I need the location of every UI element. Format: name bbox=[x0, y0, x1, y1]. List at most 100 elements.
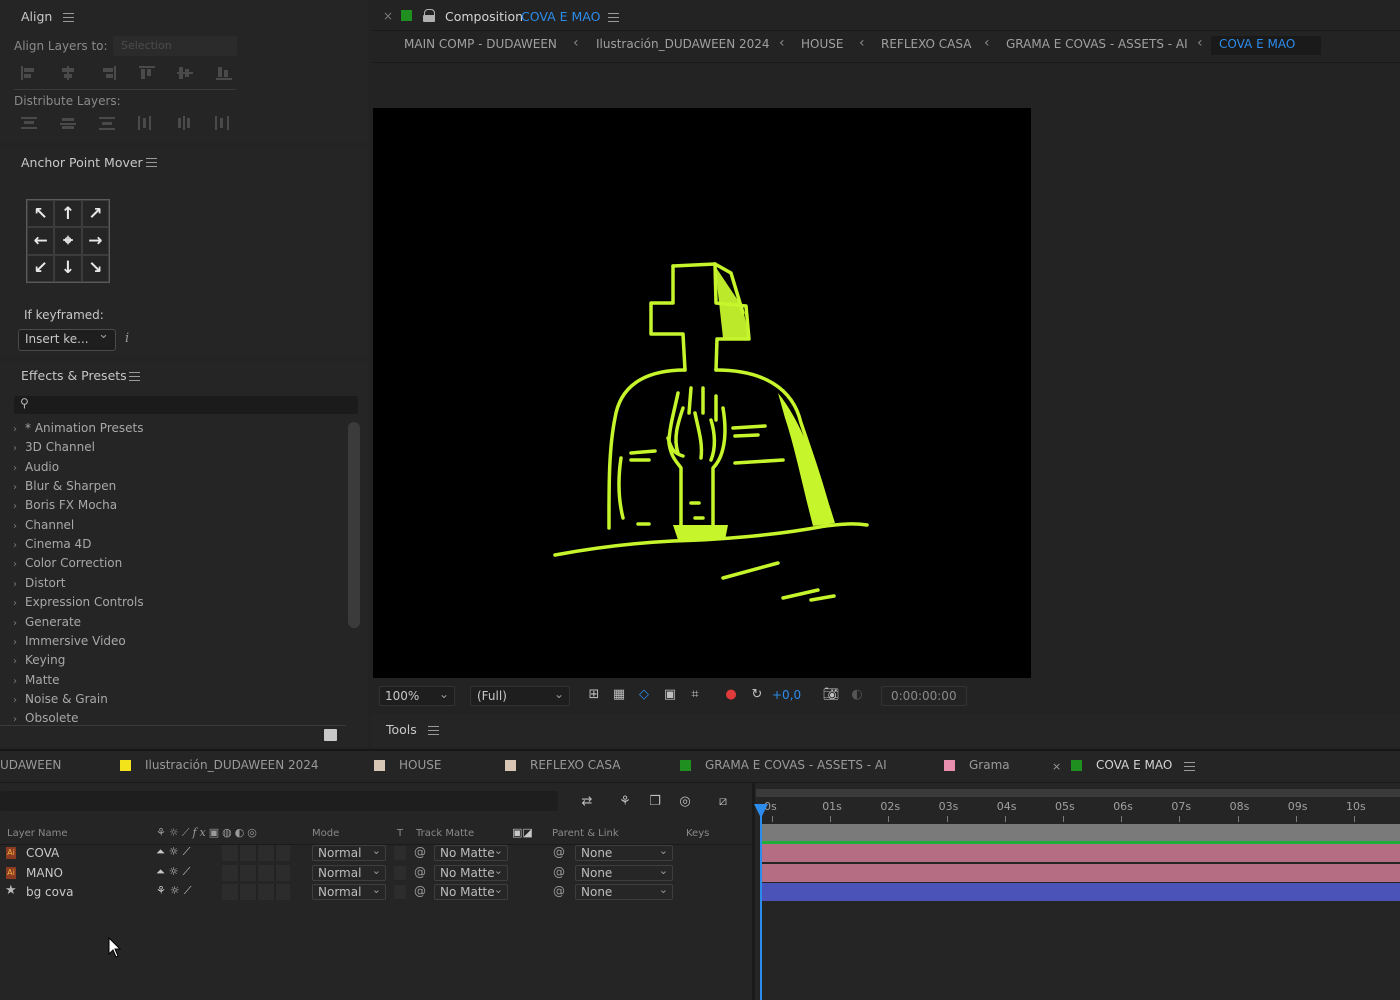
composition-viewer[interactable] bbox=[373, 108, 1031, 678]
fast-previews-icon[interactable]: ⊞ bbox=[585, 687, 603, 703]
layer-track-matte-dropdown[interactable]: No Matte ⌄ bbox=[434, 864, 508, 881]
effects-list-item[interactable]: › Expression Controls bbox=[13, 595, 144, 614]
anchor-top-arrow-icon[interactable]: ↑ bbox=[54, 200, 82, 228]
chevron-right-icon[interactable]: › bbox=[13, 540, 25, 551]
effects-list-item[interactable]: › Distort bbox=[13, 576, 66, 595]
distribute-hcenter-icon[interactable] bbox=[176, 116, 192, 130]
effects-list-item[interactable]: › Obsolete bbox=[13, 711, 78, 730]
new-bin-icon[interactable] bbox=[324, 729, 337, 741]
chevron-right-icon[interactable]: › bbox=[13, 443, 25, 454]
distribute-left-icon[interactable] bbox=[137, 116, 153, 130]
layer-duration-bar[interactable] bbox=[761, 844, 1400, 862]
region-of-interest-icon[interactable]: ▣ bbox=[661, 687, 679, 703]
breadcrumb-main-comp[interactable]: MAIN COMP - DUDAWEEN bbox=[404, 37, 557, 51]
column-keys[interactable]: Keys bbox=[686, 828, 709, 839]
align-layers-to-dropdown[interactable]: Selection bbox=[113, 36, 237, 56]
snapshot-camera-icon[interactable]: 📷︎ bbox=[822, 687, 840, 703]
info-icon[interactable]: i bbox=[125, 331, 129, 346]
draft-3d-icon[interactable]: ⚘ bbox=[616, 794, 634, 810]
timeline-tab-ilustracion[interactable]: Ilustración_DUDAWEEN 2024 bbox=[145, 758, 319, 772]
layer-row[interactable]: ★ bg cova ⚘☼⟋ Normal ⌄ @ No Matte ⌄ @ None… bbox=[0, 883, 752, 902]
column-layer-name[interactable]: Layer Name bbox=[7, 828, 68, 839]
chevron-right-icon[interactable]: › bbox=[13, 695, 25, 706]
chevron-right-icon[interactable]: › bbox=[13, 482, 25, 493]
effects-panel-menu-icon[interactable] bbox=[129, 372, 140, 381]
layer-track-matte-dropdown[interactable]: No Matte ⌄ bbox=[434, 883, 508, 900]
color-channels-icon[interactable]: ● bbox=[722, 687, 740, 703]
align-top-icon[interactable] bbox=[139, 66, 155, 80]
resolution-dropdown[interactable]: (Full) ⌄ bbox=[470, 686, 570, 706]
timeline-tab-grama[interactable]: Grama bbox=[969, 758, 1010, 772]
timeline-menu-icon[interactable] bbox=[1184, 762, 1195, 771]
current-time-indicator[interactable] bbox=[760, 806, 762, 1000]
mask-path-icon[interactable]: ◇ bbox=[635, 687, 653, 703]
parent-pickwhip-icon[interactable]: @ bbox=[553, 845, 565, 859]
preserve-transparency-box[interactable] bbox=[394, 846, 406, 860]
chevron-right-icon[interactable]: › bbox=[13, 598, 25, 609]
chevron-right-icon[interactable]: › bbox=[13, 559, 25, 570]
breadcrumb-cova-e-mao[interactable]: COVA E MAO bbox=[1219, 37, 1295, 51]
layer-track-matte-dropdown[interactable]: No Matte ⌄ bbox=[434, 844, 508, 861]
preserve-transparency-box[interactable] bbox=[394, 866, 406, 880]
chevron-right-icon[interactable]: › bbox=[13, 463, 25, 474]
effects-list-item[interactable]: › Immersive Video bbox=[13, 634, 126, 653]
align-left-icon[interactable] bbox=[21, 66, 37, 80]
breadcrumb-grama-e-covas[interactable]: GRAMA E COVAS - ASSETS - AI bbox=[1006, 37, 1188, 51]
breadcrumb-reflexo-casa[interactable]: REFLEXO CASA bbox=[881, 37, 971, 51]
time-ruler[interactable]: 0s01s02s03s04s05s06s07s08s09s10s11 bbox=[756, 797, 1400, 823]
align-right-icon[interactable] bbox=[100, 66, 116, 80]
effects-list-item[interactable]: › 3D Channel bbox=[13, 440, 95, 459]
anchor-bottom-left-arrow-icon[interactable]: ↙ bbox=[27, 254, 55, 282]
anchor-top-left-arrow-icon[interactable]: ↖ bbox=[27, 200, 55, 228]
effects-list-item[interactable]: › Color Correction bbox=[13, 556, 122, 575]
effects-list-item[interactable]: › Boris FX Mocha bbox=[13, 498, 117, 517]
transparency-grid-icon[interactable]: ▦ bbox=[610, 687, 628, 703]
exposure-value[interactable]: +0,0 bbox=[772, 688, 801, 702]
breadcrumb-house[interactable]: HOUSE bbox=[801, 37, 843, 51]
matte-pickwhip-icon[interactable]: @ bbox=[414, 845, 426, 859]
current-time-indicator-head[interactable] bbox=[754, 804, 768, 818]
insert-keyframe-dropdown[interactable]: Insert ke... bbox=[18, 327, 116, 351]
align-vertical-center-icon[interactable] bbox=[177, 66, 193, 80]
anchor-center-icon[interactable]: ⌖ bbox=[54, 227, 82, 255]
align-panel-menu-icon[interactable] bbox=[63, 13, 74, 22]
effects-scrollbar[interactable] bbox=[348, 422, 360, 628]
anchor-left-arrow-icon[interactable]: ← bbox=[27, 227, 55, 255]
timecode-display[interactable]: 0:00:00:00 bbox=[881, 686, 967, 706]
layer-name[interactable]: COVA bbox=[26, 846, 59, 860]
chevron-right-icon[interactable]: › bbox=[13, 579, 25, 590]
layer-parent-dropdown[interactable]: None ⌄ bbox=[575, 883, 673, 900]
matte-pickwhip-icon[interactable]: @ bbox=[414, 865, 426, 879]
effects-list-item[interactable]: › Channel bbox=[13, 518, 74, 537]
reset-exposure-icon[interactable]: ↻ bbox=[748, 687, 766, 703]
effects-list-item[interactable]: › Audio bbox=[13, 460, 59, 479]
column-track-matte[interactable]: Track Matte bbox=[416, 828, 474, 839]
timeline-tab-main-comp[interactable]: UDAWEEN bbox=[0, 758, 61, 772]
align-horizontal-center-icon[interactable] bbox=[60, 66, 76, 80]
timeline-tab-grama-e-covas[interactable]: GRAMA E COVAS - ASSETS - AI bbox=[705, 758, 887, 772]
graph-editor-icon[interactable]: ⧄ bbox=[714, 794, 732, 810]
layer-mode-dropdown[interactable]: Normal ⌄ bbox=[312, 883, 386, 900]
effects-search-input[interactable]: ⚲ bbox=[14, 396, 358, 414]
column-mode[interactable]: Mode bbox=[312, 828, 339, 839]
frame-blending-icon[interactable]: ◎ bbox=[676, 794, 694, 810]
column-parent-link[interactable]: Parent & Link bbox=[552, 828, 619, 839]
align-bottom-icon[interactable] bbox=[216, 66, 232, 80]
chevron-right-icon[interactable]: › bbox=[13, 501, 25, 512]
zoom-dropdown[interactable]: 100% ⌄ bbox=[379, 686, 455, 706]
distribute-top-icon[interactable] bbox=[21, 116, 37, 130]
layer-name[interactable]: bg cova bbox=[26, 885, 73, 899]
chevron-right-icon[interactable]: › bbox=[13, 656, 25, 667]
chevron-right-icon[interactable]: › bbox=[13, 521, 25, 532]
breadcrumb-ilustracion[interactable]: Ilustración_DUDAWEEN 2024 bbox=[596, 37, 770, 51]
anchor-bottom-arrow-icon[interactable]: ↓ bbox=[54, 254, 82, 282]
effects-list-item[interactable]: › Blur & Sharpen bbox=[13, 479, 116, 498]
preserve-transparency-box[interactable] bbox=[394, 885, 406, 899]
anchor-bottom-right-arrow-icon[interactable]: ↘ bbox=[81, 254, 109, 282]
timeline-tab-reflexo-casa[interactable]: REFLEXO CASA bbox=[530, 758, 620, 772]
effects-list-item[interactable]: › Keying bbox=[13, 653, 65, 672]
parent-pickwhip-icon[interactable]: @ bbox=[553, 884, 565, 898]
layer-duration-bar[interactable] bbox=[761, 883, 1400, 901]
effects-list-item[interactable]: › Generate bbox=[13, 615, 81, 634]
chevron-right-icon[interactable]: › bbox=[13, 618, 25, 629]
